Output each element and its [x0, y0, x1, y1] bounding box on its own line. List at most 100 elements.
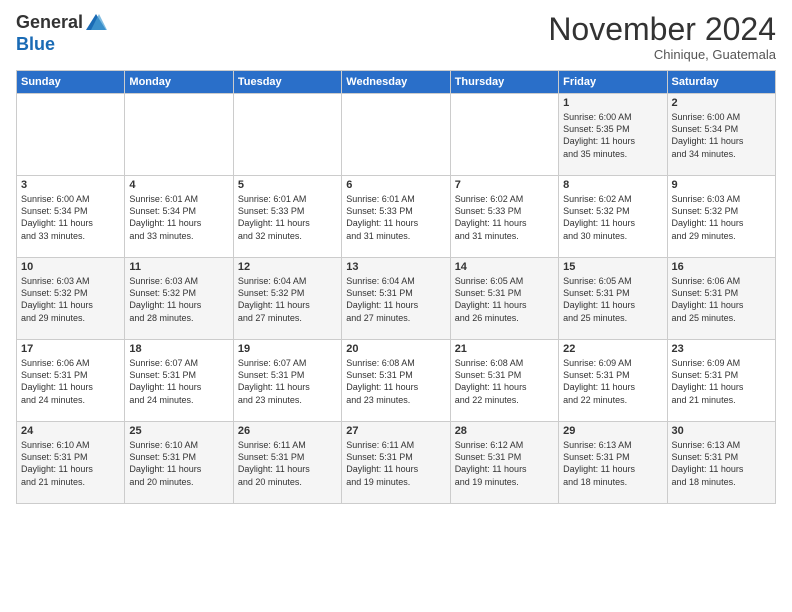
day-number: 13: [346, 261, 445, 273]
day-number: 21: [455, 343, 554, 355]
day-number: 6: [346, 179, 445, 191]
calendar-cell: 13 Sunrise: 6:04 AMSunset: 5:31 PMDayligh…: [342, 258, 450, 340]
day-number: 16: [672, 261, 771, 273]
day-number: 24: [21, 425, 120, 437]
calendar-cell: 2 Sunrise: 6:00 AMSunset: 5:34 PMDaylight…: [667, 94, 775, 176]
day-info: Sunrise: 6:05 AMSunset: 5:31 PMDaylight:…: [563, 275, 662, 324]
day-info: Sunrise: 6:07 AMSunset: 5:31 PMDaylight:…: [238, 357, 337, 406]
day-info: Sunrise: 6:08 AMSunset: 5:31 PMDaylight:…: [346, 357, 445, 406]
day-info: Sunrise: 6:04 AMSunset: 5:32 PMDaylight:…: [238, 275, 337, 324]
day-info: Sunrise: 6:13 AMSunset: 5:31 PMDaylight:…: [563, 439, 662, 488]
day-info: Sunrise: 6:06 AMSunset: 5:31 PMDaylight:…: [21, 357, 120, 406]
calendar-cell: 14 Sunrise: 6:05 AMSunset: 5:31 PMDayligh…: [450, 258, 558, 340]
day-info: Sunrise: 6:01 AMSunset: 5:33 PMDaylight:…: [238, 193, 337, 242]
calendar-cell: [342, 94, 450, 176]
day-info: Sunrise: 6:03 AMSunset: 5:32 PMDaylight:…: [21, 275, 120, 324]
day-info: Sunrise: 6:06 AMSunset: 5:31 PMDaylight:…: [672, 275, 771, 324]
day-number: 9: [672, 179, 771, 191]
day-info: Sunrise: 6:03 AMSunset: 5:32 PMDaylight:…: [672, 193, 771, 242]
day-info: Sunrise: 6:02 AMSunset: 5:33 PMDaylight:…: [455, 193, 554, 242]
calendar-table: SundayMondayTuesdayWednesdayThursdayFrid…: [16, 70, 776, 504]
day-info: Sunrise: 6:09 AMSunset: 5:31 PMDaylight:…: [563, 357, 662, 406]
calendar-cell: 24 Sunrise: 6:10 AMSunset: 5:31 PMDayligh…: [17, 422, 125, 504]
weekday-header: Sunday: [17, 71, 125, 94]
calendar-week-row: 17 Sunrise: 6:06 AMSunset: 5:31 PMDayligh…: [17, 340, 776, 422]
weekday-header: Saturday: [667, 71, 775, 94]
day-number: 20: [346, 343, 445, 355]
calendar-body: 1Sunrise: 6:00 AMSunset: 5:35 PMDaylight…: [17, 94, 776, 504]
calendar-cell: 8Sunrise: 6:02 AMSunset: 5:32 PMDaylight…: [559, 176, 667, 258]
calendar-cell: 9 Sunrise: 6:03 AMSunset: 5:32 PMDaylight…: [667, 176, 775, 258]
day-number: 19: [238, 343, 337, 355]
day-number: 4: [129, 179, 228, 191]
weekday-header: Friday: [559, 71, 667, 94]
calendar-cell: 3Sunrise: 6:00 AMSunset: 5:34 PMDaylight…: [17, 176, 125, 258]
calendar-cell: 28 Sunrise: 6:12 AMSunset: 5:31 PMDayligh…: [450, 422, 558, 504]
calendar-cell: 29Sunrise: 6:13 AMSunset: 5:31 PMDayligh…: [559, 422, 667, 504]
calendar-cell: [125, 94, 233, 176]
day-number: 17: [21, 343, 120, 355]
day-info: Sunrise: 6:10 AMSunset: 5:31 PMDaylight:…: [21, 439, 120, 488]
day-info: Sunrise: 6:05 AMSunset: 5:31 PMDaylight:…: [455, 275, 554, 324]
day-number: 25: [129, 425, 228, 437]
day-info: Sunrise: 6:01 AMSunset: 5:33 PMDaylight:…: [346, 193, 445, 242]
logo-icon: [85, 12, 107, 34]
weekday-header: Thursday: [450, 71, 558, 94]
logo-blue-text: Blue: [16, 34, 55, 54]
day-number: 7: [455, 179, 554, 191]
day-info: Sunrise: 6:08 AMSunset: 5:31 PMDaylight:…: [455, 357, 554, 406]
calendar-cell: 12 Sunrise: 6:04 AMSunset: 5:32 PMDayligh…: [233, 258, 341, 340]
calendar-week-row: 1Sunrise: 6:00 AMSunset: 5:35 PMDaylight…: [17, 94, 776, 176]
day-info: Sunrise: 6:13 AMSunset: 5:31 PMDaylight:…: [672, 439, 771, 488]
day-number: 23: [672, 343, 771, 355]
calendar-cell: 22 Sunrise: 6:09 AMSunset: 5:31 PMDayligh…: [559, 340, 667, 422]
day-info: Sunrise: 6:07 AMSunset: 5:31 PMDaylight:…: [129, 357, 228, 406]
day-number: 12: [238, 261, 337, 273]
day-info: Sunrise: 6:03 AMSunset: 5:32 PMDaylight:…: [129, 275, 228, 324]
calendar-cell: 18 Sunrise: 6:07 AMSunset: 5:31 PMDayligh…: [125, 340, 233, 422]
day-info: Sunrise: 6:10 AMSunset: 5:31 PMDaylight:…: [129, 439, 228, 488]
day-number: 22: [563, 343, 662, 355]
calendar-cell: 23 Sunrise: 6:09 AMSunset: 5:31 PMDayligh…: [667, 340, 775, 422]
calendar-cell: [233, 94, 341, 176]
day-number: 5: [238, 179, 337, 191]
day-number: 26: [238, 425, 337, 437]
calendar-cell: 20 Sunrise: 6:08 AMSunset: 5:31 PMDayligh…: [342, 340, 450, 422]
day-info: Sunrise: 6:02 AMSunset: 5:32 PMDaylight:…: [563, 193, 662, 242]
header-row: SundayMondayTuesdayWednesdayThursdayFrid…: [17, 71, 776, 94]
calendar-week-row: 10 Sunrise: 6:03 AMSunset: 5:32 PMDayligh…: [17, 258, 776, 340]
day-info: Sunrise: 6:12 AMSunset: 5:31 PMDaylight:…: [455, 439, 554, 488]
day-info: Sunrise: 6:00 AMSunset: 5:34 PMDaylight:…: [672, 111, 771, 160]
calendar-cell: 6 Sunrise: 6:01 AMSunset: 5:33 PMDaylight…: [342, 176, 450, 258]
calendar-cell: [450, 94, 558, 176]
day-info: Sunrise: 6:04 AMSunset: 5:31 PMDaylight:…: [346, 275, 445, 324]
calendar-cell: 5 Sunrise: 6:01 AMSunset: 5:33 PMDaylight…: [233, 176, 341, 258]
calendar-cell: 7 Sunrise: 6:02 AMSunset: 5:33 PMDaylight…: [450, 176, 558, 258]
calendar-cell: 21 Sunrise: 6:08 AMSunset: 5:31 PMDayligh…: [450, 340, 558, 422]
day-number: 28: [455, 425, 554, 437]
calendar-cell: 25 Sunrise: 6:10 AMSunset: 5:31 PMDayligh…: [125, 422, 233, 504]
day-number: 1: [563, 97, 662, 109]
logo: General Blue: [16, 12, 107, 55]
calendar-cell: 1Sunrise: 6:00 AMSunset: 5:35 PMDaylight…: [559, 94, 667, 176]
calendar-week-row: 3Sunrise: 6:00 AMSunset: 5:34 PMDaylight…: [17, 176, 776, 258]
day-number: 11: [129, 261, 228, 273]
calendar-cell: 15Sunrise: 6:05 AMSunset: 5:31 PMDayligh…: [559, 258, 667, 340]
page: General Blue November 2024 Chinique, Gua…: [0, 0, 792, 512]
calendar-week-row: 24 Sunrise: 6:10 AMSunset: 5:31 PMDayligh…: [17, 422, 776, 504]
day-number: 10: [21, 261, 120, 273]
day-info: Sunrise: 6:00 AMSunset: 5:34 PMDaylight:…: [21, 193, 120, 242]
day-number: 14: [455, 261, 554, 273]
title-block: November 2024 Chinique, Guatemala: [548, 12, 776, 62]
calendar-cell: 10 Sunrise: 6:03 AMSunset: 5:32 PMDayligh…: [17, 258, 125, 340]
calendar-cell: 16 Sunrise: 6:06 AMSunset: 5:31 PMDayligh…: [667, 258, 775, 340]
calendar-cell: 19 Sunrise: 6:07 AMSunset: 5:31 PMDayligh…: [233, 340, 341, 422]
day-info: Sunrise: 6:09 AMSunset: 5:31 PMDaylight:…: [672, 357, 771, 406]
header: General Blue November 2024 Chinique, Gua…: [16, 12, 776, 62]
day-number: 18: [129, 343, 228, 355]
logo-general: General: [16, 13, 83, 33]
day-number: 2: [672, 97, 771, 109]
weekday-header: Tuesday: [233, 71, 341, 94]
calendar-cell: 17 Sunrise: 6:06 AMSunset: 5:31 PMDayligh…: [17, 340, 125, 422]
calendar-cell: 26Sunrise: 6:11 AMSunset: 5:31 PMDayligh…: [233, 422, 341, 504]
